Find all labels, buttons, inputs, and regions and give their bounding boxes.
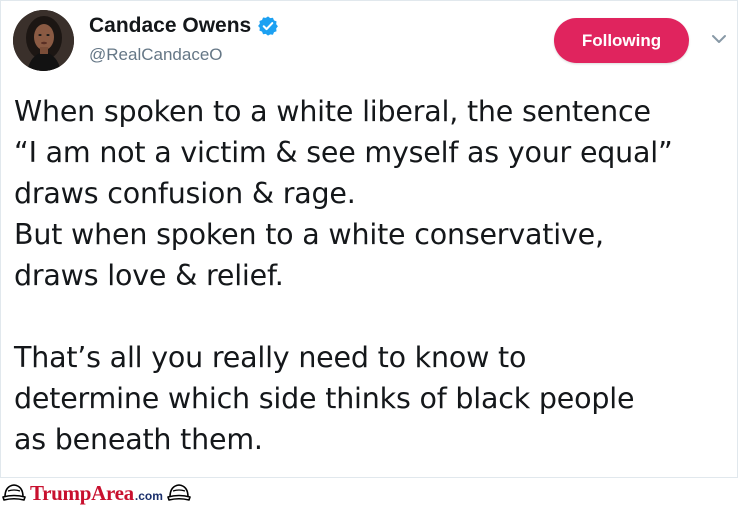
tweet-text-line: That’s all you really need to know to [14, 341, 527, 374]
watermark-suffix: .com [134, 489, 163, 503]
tweet-text-line: as beneath them. [14, 423, 263, 456]
tweet-text-line: draws confusion & rage. [14, 177, 356, 210]
author-handle[interactable]: @RealCandaceO [89, 45, 279, 65]
trump-hat-icon [2, 482, 26, 504]
author-name[interactable]: Candace Owens [89, 13, 251, 39]
tweet-text-line: draws love & relief. [14, 259, 284, 292]
following-button[interactable]: Following [554, 18, 689, 63]
tweet-text-line: But when spoken to a white conservative, [14, 218, 604, 251]
profile-photo [13, 10, 74, 71]
chevron-down-icon[interactable] [709, 31, 729, 47]
avatar[interactable] [13, 10, 74, 71]
trump-hat-icon [167, 482, 191, 504]
tweet-text: When spoken to a white liberal, the sent… [14, 91, 734, 460]
tweet-card: Candace Owens @RealCandaceO Following Wh… [0, 0, 738, 478]
author-name-row: Candace Owens [89, 13, 279, 39]
watermark[interactable]: TrumpArea .com [2, 481, 191, 505]
tweet-text-line: When spoken to a white liberal, the sent… [14, 95, 651, 128]
author-info: Candace Owens @RealCandaceO [89, 13, 279, 65]
tweet-text-line: “I am not a victim & see myself as your … [14, 136, 673, 169]
paragraph-break [14, 296, 734, 337]
verified-badge-icon [257, 15, 279, 37]
tweet-text-line: determine which side thinks of black peo… [14, 382, 635, 415]
watermark-brand: TrumpArea [30, 481, 134, 505]
